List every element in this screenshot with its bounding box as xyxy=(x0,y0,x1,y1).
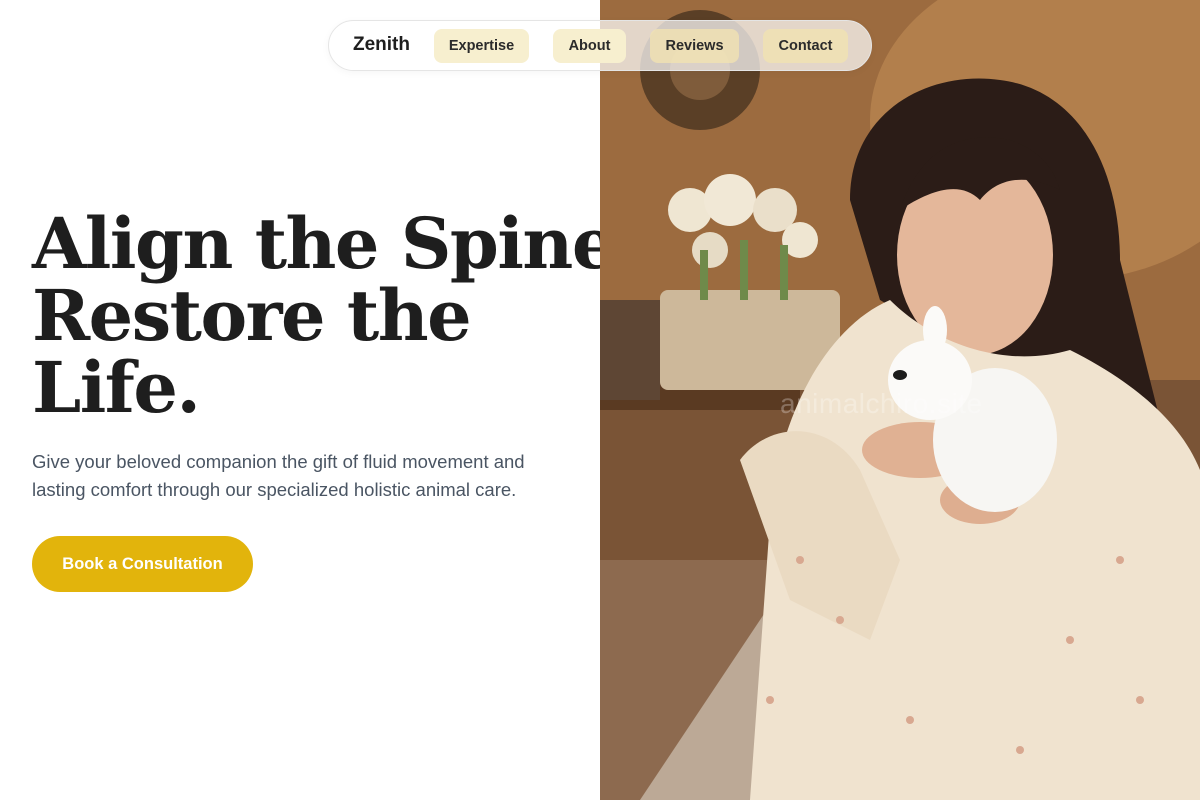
watermark: animalchiro.site xyxy=(780,388,983,419)
book-consultation-button[interactable]: Book a Consultation xyxy=(32,536,253,592)
nav-link-expertise[interactable]: Expertise xyxy=(434,29,529,63)
nav-link-about[interactable]: About xyxy=(553,29,626,63)
nav-link-contact[interactable]: Contact xyxy=(763,29,848,63)
brand-logo[interactable]: Zenith xyxy=(353,34,410,56)
hero-subtitle: Give your beloved companion the gift of … xyxy=(32,451,525,500)
hero-title-line: Restore the xyxy=(32,274,472,357)
hero-title: Align the Spine, Restore the Life. xyxy=(32,202,639,429)
hero-photo: animalchiro.site xyxy=(600,0,1200,800)
hero-title-line: Life. xyxy=(32,346,201,429)
hero-title-line: Align the Spine, xyxy=(32,202,639,285)
hero-text-panel: Align the Spine, Restore the Life. Give … xyxy=(0,0,639,800)
nav-link-reviews[interactable]: Reviews xyxy=(650,29,739,63)
top-navigation: Zenith Expertise About Reviews Contact xyxy=(328,20,872,71)
